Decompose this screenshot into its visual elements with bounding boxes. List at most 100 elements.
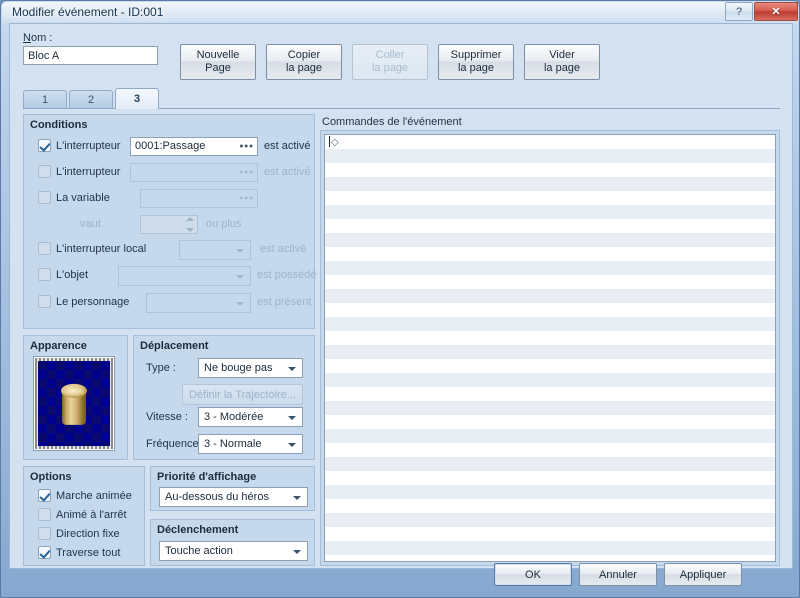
ok-label: OK [525, 568, 541, 581]
event-command-row[interactable] [325, 457, 775, 471]
event-command-row[interactable] [325, 387, 775, 401]
condition-local-switch-checkbox[interactable] [38, 242, 51, 255]
apply-label: Appliquer [679, 568, 727, 581]
event-command-row[interactable] [325, 499, 775, 513]
clear-page-line2: la page [543, 62, 581, 74]
condition-variable-label: La variable [56, 192, 110, 204]
option-direction-fix-label: Direction fixe [56, 528, 120, 540]
event-command-row[interactable] [325, 247, 775, 261]
cancel-button[interactable]: Annuler [579, 563, 657, 586]
condition-variable-checkbox[interactable] [38, 191, 51, 204]
condition-switch1-value: 0001:Passage [135, 140, 206, 152]
condition-item-label: L'objet [56, 269, 89, 281]
ellipsis-icon: ••• [239, 166, 254, 178]
event-command-row[interactable] [325, 149, 775, 163]
chevron-down-icon [236, 302, 244, 306]
name-label: Nom : [23, 32, 53, 44]
event-command-row[interactable] [325, 205, 775, 219]
priority-panel: Priorité d'affichage Au-dessous du héros [150, 466, 315, 511]
event-command-row[interactable] [325, 219, 775, 233]
event-command-row[interactable] [325, 289, 775, 303]
dialog-footer: OK Annuler Appliquer [9, 554, 793, 592]
appearance-panel: Apparence [23, 335, 128, 460]
conditions-title: Conditions [30, 119, 88, 131]
event-command-row[interactable] [325, 317, 775, 331]
condition-variable-vaut-label: vaut [80, 218, 101, 230]
condition-item-checkbox[interactable] [38, 268, 51, 281]
event-command-row[interactable] [325, 373, 775, 387]
event-command-row[interactable] [325, 401, 775, 415]
priority-title: Priorité d'affichage [157, 471, 257, 483]
event-command-row[interactable] [325, 163, 775, 177]
ok-button[interactable]: OK [494, 563, 572, 586]
movement-panel: Déplacement Type : Ne bouge pas Définir … [133, 335, 315, 460]
chevron-down-icon [288, 416, 296, 420]
movement-speed-combo[interactable]: 3 - Modérée [198, 407, 303, 427]
condition-item-combo [118, 266, 251, 286]
event-command-row[interactable] [325, 177, 775, 191]
page-tabs: 1 2 3 [23, 88, 780, 109]
close-icon[interactable]: ✕ [754, 2, 798, 21]
event-command-row[interactable] [325, 527, 775, 541]
ellipsis-icon[interactable]: ••• [239, 138, 254, 155]
event-command-row[interactable] [325, 485, 775, 499]
movement-frequency-combo[interactable]: 3 - Normale [198, 434, 303, 454]
tab-page-3[interactable]: 3 [115, 88, 159, 109]
delete-page-button[interactable]: Supprimer la page [438, 44, 514, 80]
event-commands-panel: ◇ [320, 130, 780, 566]
appearance-preview[interactable] [33, 356, 115, 451]
movement-type-combo[interactable]: Ne bouge pas [198, 358, 303, 378]
event-command-row[interactable] [325, 191, 775, 205]
option-stepping-animation-checkbox[interactable] [38, 508, 51, 521]
tab-page-1[interactable]: 1 [23, 90, 67, 109]
clear-page-line1: Vider [549, 49, 575, 61]
event-command-row[interactable] [325, 429, 775, 443]
cancel-label: Annuler [599, 568, 637, 581]
condition-switch2-field: ••• [130, 163, 258, 182]
help-icon[interactable]: ? [725, 2, 753, 21]
condition-variable-orplus-label: ou plus [206, 218, 242, 230]
movement-speed-value: 3 - Modérée [204, 411, 264, 423]
option-direction-fix-checkbox[interactable] [38, 527, 51, 540]
condition-switch2-label: L'interrupteur [56, 166, 121, 178]
event-commands-list[interactable]: ◇ [324, 134, 776, 562]
event-command-row[interactable] [325, 513, 775, 527]
option-walking-animation-checkbox[interactable] [38, 489, 51, 502]
event-command-row[interactable] [325, 261, 775, 275]
chevron-down-icon [185, 228, 194, 232]
name-input[interactable] [23, 46, 158, 65]
condition-actor-combo [146, 293, 251, 313]
condition-actor-checkbox[interactable] [38, 295, 51, 308]
pillar-sprite [61, 383, 87, 425]
new-page-button[interactable]: Nouvelle Page [180, 44, 256, 80]
event-command-row[interactable] [325, 359, 775, 373]
event-command-row[interactable]: ◇ [325, 135, 775, 149]
event-command-row[interactable] [325, 303, 775, 317]
condition-local-switch-suffix: est activé [260, 243, 307, 255]
chevron-down-icon [236, 275, 244, 279]
apply-button[interactable]: Appliquer [664, 563, 742, 586]
movement-title: Déplacement [140, 340, 209, 352]
chevron-down-icon [293, 496, 301, 500]
event-command-row[interactable] [325, 541, 775, 555]
event-command-row[interactable] [325, 331, 775, 345]
option-stepping-animation-label: Animé à l'arrêt [56, 509, 127, 521]
clear-page-button[interactable]: Vider la page [524, 44, 600, 80]
event-command-row[interactable] [325, 233, 775, 247]
pillar-top-highlight [64, 387, 84, 396]
tab-page-2[interactable]: 2 [69, 90, 113, 109]
condition-switch2-checkbox[interactable] [38, 165, 51, 178]
copy-page-button[interactable]: Copier la page [266, 44, 342, 80]
event-command-row[interactable] [325, 471, 775, 485]
option-walking-animation-label: Marche animée [56, 490, 132, 502]
event-command-row[interactable] [325, 275, 775, 289]
event-command-row[interactable] [325, 345, 775, 359]
priority-combo[interactable]: Au-dessous du héros [159, 487, 308, 507]
delete-page-line1: Supprimer [450, 49, 502, 61]
new-page-line2: Page [205, 62, 231, 74]
condition-switch1-field[interactable]: 0001:Passage ••• [130, 137, 258, 156]
event-command-row[interactable] [325, 415, 775, 429]
copy-page-line1: Copier [287, 49, 321, 61]
condition-switch1-checkbox[interactable] [38, 139, 51, 152]
event-command-row[interactable] [325, 443, 775, 457]
